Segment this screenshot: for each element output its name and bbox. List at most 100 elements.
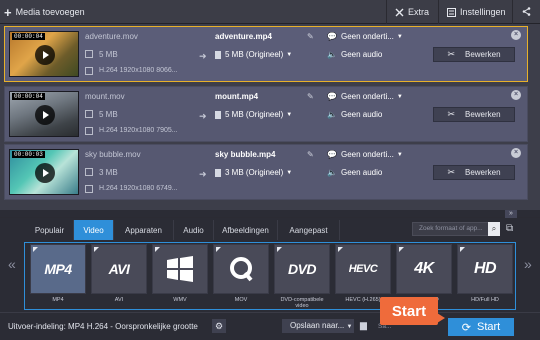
save-in-dropdown[interactable]: Opslaan naar... ▼ (282, 319, 354, 333)
audio-dropdown[interactable]: 🔈 Geen audio (327, 50, 382, 59)
play-icon[interactable] (35, 45, 55, 65)
output-size-dropdown[interactable]: 3 MB (Origineel) ▼ (215, 168, 292, 177)
rename-pencil-icon[interactable]: ✎ (307, 92, 314, 101)
format-label: DVD-compatibele video (280, 297, 324, 309)
folder-icon[interactable]: ▆ (360, 320, 367, 331)
output-size-dropdown[interactable]: 5 MB (Origineel) ▼ (215, 110, 292, 119)
format-label: MP4 (52, 297, 64, 303)
format-mp4[interactable]: MP4 (30, 244, 86, 294)
play-icon[interactable] (35, 105, 55, 125)
arrow-right-icon: ➜ (199, 111, 207, 121)
video-thumbnail[interactable]: 00:00:04 (9, 31, 79, 77)
file-icon (215, 50, 221, 59)
gear-icon[interactable]: ⚙ (212, 319, 226, 333)
format-search-input[interactable]: Zoek formaat of app... (412, 222, 500, 236)
speaker-icon: 🔈 (327, 50, 337, 59)
tab-aangepast[interactable]: Aangepast (278, 220, 340, 240)
file-row[interactable]: 00:00:04 mount.mov 5 MB H.264 1920x1080 … (4, 86, 528, 142)
format-label: AVI (114, 297, 124, 303)
file-row[interactable]: 00:00:03 sky bubble.mov 3 MB H.264 1920x… (4, 144, 528, 200)
duration-label: 00:00:03 (12, 151, 45, 158)
edit-button[interactable]: ✂ Bewerken (433, 47, 515, 62)
audio-value: Geen audio (340, 50, 383, 59)
duration-label: 00:00:04 (12, 93, 45, 100)
tab-apparaten[interactable]: Apparaten (114, 220, 174, 240)
edit-button[interactable]: ✂ Bewerken (433, 165, 515, 180)
expand-corner-icon (33, 247, 38, 252)
scissors-icon: ✂ (447, 109, 455, 119)
subtitles-dropdown[interactable]: 💬 Geen onderti... ▼ (327, 32, 403, 41)
tab-populair[interactable]: Populair (26, 220, 74, 240)
remove-file-icon[interactable]: × (511, 30, 521, 40)
audio-dropdown[interactable]: 🔈 Geen audio (327, 110, 382, 119)
video-info-icon (85, 185, 93, 193)
chevron-down-icon: ▼ (286, 111, 293, 118)
settings-button[interactable]: Instellingen (438, 0, 512, 24)
file-row[interactable]: 00:00:04 adventure.mov 5 MB H.264 1920x1… (4, 26, 528, 82)
output-size-value: 3 MB (Origineel) (225, 168, 284, 177)
output-format-label: Uitvoer-indeling: MP4 H.264 - Oorspronke… (8, 322, 198, 331)
toolbar: + Media toevoegen Extra Instellingen (0, 0, 540, 24)
subtitles-value: Geen onderti... (340, 92, 394, 101)
filesize-icon (85, 50, 93, 58)
output-size-dropdown[interactable]: 5 MB (Origineel) ▼ (215, 50, 292, 59)
filesize-icon (85, 110, 93, 118)
start-callout: Start (380, 297, 445, 325)
format-dvd[interactable]: DVD (274, 244, 330, 294)
format-mov[interactable] (213, 244, 269, 294)
expand-corner-icon (277, 247, 282, 252)
tab-video[interactable]: Video (74, 220, 114, 240)
duration-label: 00:00:04 (12, 33, 45, 40)
remove-file-icon[interactable]: × (511, 148, 521, 158)
tab-audio[interactable]: Audio (174, 220, 214, 240)
format-wmv[interactable] (152, 244, 208, 294)
scroll-left-icon[interactable]: « (8, 256, 16, 272)
format-label: WMV (173, 297, 187, 303)
rename-pencil-icon[interactable]: ✎ (307, 150, 314, 159)
video-thumbnail[interactable]: 00:00:04 (9, 91, 79, 137)
output-size-value: 5 MB (Origineel) (225, 110, 284, 119)
tab-label: Afbeeldingen (222, 225, 269, 235)
add-media-label: Media toevoegen (15, 7, 85, 17)
format-hevc[interactable]: HEVC (335, 244, 391, 294)
source-size: 5 MB (99, 50, 118, 59)
search-icon[interactable]: ⌕ (488, 222, 500, 236)
subtitles-dropdown[interactable]: 💬 Geen onderti... ▼ (327, 150, 403, 159)
subtitles-dropdown[interactable]: 💬 Geen onderti... ▼ (327, 92, 403, 101)
subtitles-value: Geen onderti... (340, 32, 394, 41)
expand-corner-icon (338, 247, 343, 252)
device-detect-icon[interactable]: ⧉ (506, 223, 513, 234)
video-info-icon (85, 127, 93, 135)
source-size: 3 MB (99, 168, 118, 177)
extra-button[interactable]: Extra (386, 0, 438, 24)
collapse-panel-icon[interactable]: » (505, 210, 517, 218)
panel-separator (0, 210, 540, 217)
audio-dropdown[interactable]: 🔈 Geen audio (327, 168, 382, 177)
share-button[interactable] (512, 0, 540, 24)
scroll-right-icon[interactable]: » (524, 256, 532, 272)
rename-pencil-icon[interactable]: ✎ (307, 32, 314, 41)
play-icon[interactable] (35, 163, 55, 183)
file-icon (215, 110, 221, 119)
remove-file-icon[interactable]: × (511, 90, 521, 100)
format-4k[interactable]: 4K (396, 244, 452, 294)
add-media-button[interactable]: + Media toevoegen (4, 0, 85, 24)
subtitles-icon: 💬 (327, 150, 337, 159)
format-badge: HD (473, 260, 497, 277)
format-avi[interactable]: AVI (91, 244, 147, 294)
start-button[interactable]: ⟳ Start (448, 318, 514, 336)
filesize-icon (85, 168, 93, 176)
video-thumbnail[interactable]: 00:00:03 (9, 149, 79, 195)
format-hd[interactable]: HD (457, 244, 513, 294)
start-label: Start (476, 321, 501, 333)
arrow-right-icon: ➜ (199, 169, 207, 179)
scissors-icon: ✂ (447, 49, 455, 59)
edit-button[interactable]: ✂ Bewerken (433, 107, 515, 122)
tab-label: Video (83, 225, 104, 235)
chevron-down-icon: ▼ (396, 33, 403, 40)
source-filename: adventure.mov (85, 32, 138, 41)
video-info-icon (85, 67, 93, 75)
tab-afbeeldingen[interactable]: Afbeeldingen (214, 220, 278, 240)
save-in-label: Opslaan naar... (290, 321, 345, 330)
format-label: MOV (234, 297, 248, 303)
